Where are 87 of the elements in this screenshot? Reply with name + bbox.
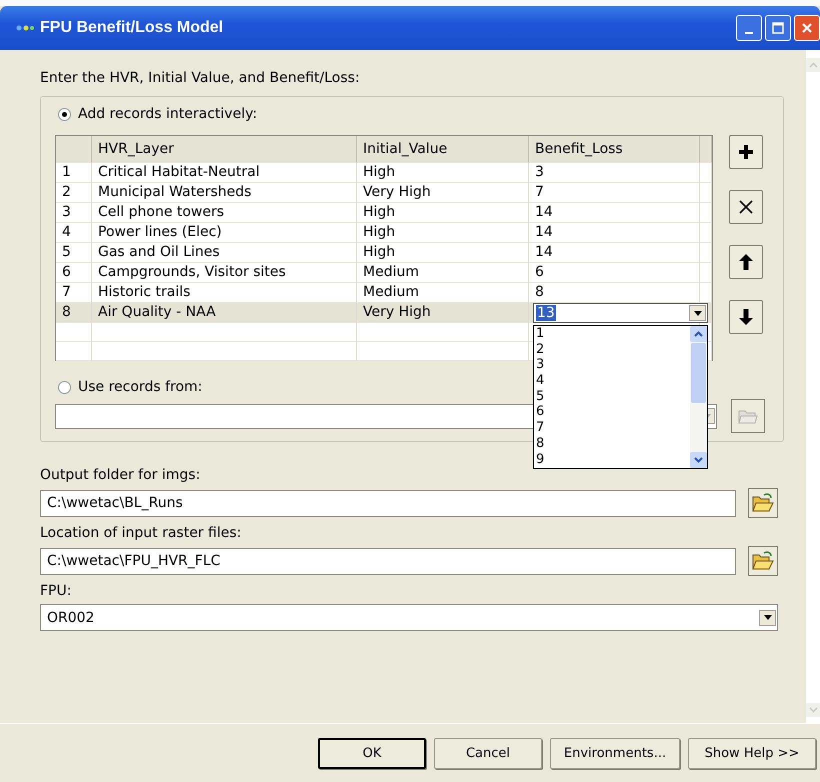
- row-number: 1: [56, 163, 92, 183]
- dropdown-item[interactable]: 5: [534, 388, 690, 404]
- delete-icon: [739, 200, 753, 214]
- column-header[interactable]: HVR_Layer: [92, 136, 357, 163]
- table-cell: Campgrounds, Visitor sites: [92, 263, 357, 283]
- table-cell: 14: [529, 203, 700, 223]
- column-header[interactable]: Initial_Value: [357, 136, 529, 163]
- row-number: 4: [56, 223, 92, 243]
- table-cell: High: [357, 243, 529, 263]
- column-header: [700, 136, 712, 163]
- maximize-icon: [772, 22, 784, 34]
- table-cell: Cell phone towers: [92, 203, 357, 223]
- field-label: Output folder for imgs:: [40, 467, 200, 483]
- path-field[interactable]: C:\wwetac\BL_Runs: [40, 490, 736, 516]
- column-header[interactable]: Benefit_Loss: [529, 136, 700, 163]
- dropdown-item[interactable]: 2: [534, 342, 690, 358]
- field-label: FPU:: [40, 583, 72, 599]
- row-number: 3: [56, 203, 92, 223]
- table-cell: 14: [529, 223, 700, 243]
- table-cell: 3: [529, 163, 700, 183]
- plus-icon: [738, 144, 754, 160]
- up-arrow-icon: [739, 254, 753, 270]
- dropdown-item[interactable]: 7: [534, 420, 690, 436]
- down-arrow-icon: [739, 309, 753, 325]
- table-cell: Critical Habitat-Neutral: [92, 163, 357, 183]
- table-cell: 6: [529, 263, 700, 283]
- add-row-button[interactable]: [729, 135, 763, 169]
- instruction-text: Enter the HVR, Initial Value, and Benefit/Loss:: [40, 69, 361, 87]
- radio-label: Add records interactively:: [78, 106, 258, 122]
- column-header: [56, 136, 92, 163]
- row-number: 8: [56, 303, 92, 323]
- table-cell: Very High: [357, 303, 529, 323]
- dropdown-item[interactable]: 1: [534, 326, 690, 342]
- maximize-button[interactable]: [765, 15, 791, 41]
- field-value: OR002: [47, 610, 94, 626]
- minimize-icon: [745, 32, 753, 34]
- field-label: Location of input raster files:: [40, 525, 242, 541]
- table-cell: Municipal Watersheds: [92, 183, 357, 203]
- scroll-up-icon: [806, 58, 820, 72]
- scroll-up-icon[interactable]: [690, 326, 707, 342]
- fpu-dropdown[interactable]: OR002: [40, 604, 778, 631]
- table-cell: High: [357, 163, 529, 183]
- scrollbar[interactable]: [690, 326, 707, 468]
- scroll-down-icon[interactable]: [690, 452, 707, 468]
- folder-icon: [752, 493, 774, 513]
- dropdown-item[interactable]: 6: [534, 404, 690, 420]
- table-cell: High: [357, 203, 529, 223]
- row-number: 5: [56, 243, 92, 263]
- table-cell: Power lines (Elec): [92, 223, 357, 243]
- value-dropdown[interactable]: 13: [533, 303, 708, 323]
- dropdown-item[interactable]: 4: [534, 373, 690, 389]
- radio-button[interactable]: [58, 108, 71, 120]
- dialog-button[interactable]: Environments...: [550, 738, 680, 768]
- table-cell: High: [357, 223, 529, 243]
- row-number: 2: [56, 183, 92, 203]
- table-cell: Gas and Oil Lines: [92, 243, 357, 263]
- delete-row-button[interactable]: [729, 190, 763, 224]
- close-icon: [801, 22, 813, 34]
- table-cell: Air Quality - NAA: [92, 303, 357, 323]
- scroll-thumb[interactable]: [691, 343, 706, 403]
- open-folder-button[interactable]: [748, 488, 778, 518]
- scroll-down-icon: [806, 703, 820, 717]
- down-row-button[interactable]: [729, 300, 763, 334]
- up-row-button[interactable]: [729, 245, 763, 279]
- dialog-button[interactable]: OK: [318, 738, 426, 768]
- window-title: FPU Benefit/Loss Model: [40, 19, 224, 37]
- table-cell: 7: [529, 183, 700, 203]
- table-cell: Medium: [357, 263, 529, 283]
- radio-button[interactable]: [58, 380, 71, 394]
- field-value: C:\wwetac\BL_Runs: [47, 495, 183, 511]
- dropdown-item[interactable]: 8: [534, 436, 690, 452]
- open-folder-button[interactable]: [748, 546, 778, 576]
- dialog-button[interactable]: Cancel: [434, 738, 542, 768]
- row-number: 6: [56, 263, 92, 283]
- table-cell: 14: [529, 243, 700, 263]
- folder-icon: [752, 551, 774, 571]
- radio-label: Use records from:: [78, 379, 202, 395]
- close-button[interactable]: [794, 15, 820, 41]
- dropdown-item[interactable]: 3: [534, 357, 690, 374]
- path-field[interactable]: C:\wwetac\FPU_HVR_FLC: [40, 548, 736, 574]
- dialog-button[interactable]: Show Help >>: [688, 738, 816, 768]
- field-value: C:\wwetac\FPU_HVR_FLC: [47, 553, 220, 569]
- selected-value: 13: [536, 305, 556, 321]
- table-cell: Very High: [357, 183, 529, 203]
- app-icon: [16, 23, 34, 33]
- dropdown-item[interactable]: 9: [534, 452, 690, 468]
- minimize-button[interactable]: [736, 15, 762, 41]
